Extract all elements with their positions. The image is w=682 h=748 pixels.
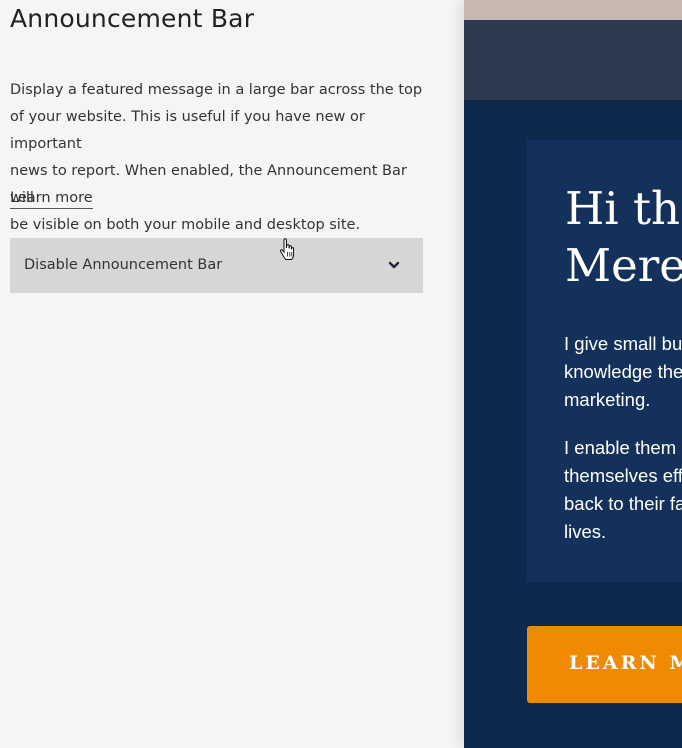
paragraph-line: I enable them xyxy=(564,437,677,458)
paragraph-line: I give small bu xyxy=(564,333,682,354)
paragraph-line: marketing. xyxy=(564,389,651,410)
hero-card: Hi the Mere I give small bu knowledge th… xyxy=(527,140,682,582)
learn-more-button[interactable]: LEARN MO xyxy=(527,626,682,703)
settings-panel: Announcement Bar Display a featured mess… xyxy=(0,0,464,748)
preview-top-strip xyxy=(464,0,682,20)
hero-paragraph: I enable them themselves eff back to the… xyxy=(564,434,682,546)
select-value: Disable Announcement Bar xyxy=(24,257,223,273)
chevron-down-icon xyxy=(388,261,400,269)
announcement-bar-select[interactable]: Disable Announcement Bar xyxy=(10,238,423,293)
panel-title: Announcement Bar xyxy=(10,4,255,33)
hero-paragraph: I give small bu knowledge the marketing. xyxy=(564,330,682,414)
description-line: Display a featured message in a large ba… xyxy=(10,82,423,98)
paragraph-line: themselves eff xyxy=(564,465,682,486)
cta-label: LEARN MO xyxy=(569,652,682,674)
paragraph-line: lives. xyxy=(564,521,607,542)
hero-title-line: Hi the xyxy=(565,182,682,235)
preview-header xyxy=(464,20,682,100)
hero-title-line: Mere xyxy=(565,239,682,292)
description-line: be visible on both your mobile and deskt… xyxy=(10,217,361,233)
panel-description: Display a featured message in a large ba… xyxy=(10,77,430,239)
hero-title: Hi the Mere xyxy=(565,180,682,294)
learn-more-link[interactable]: Learn more xyxy=(10,184,93,209)
description-line: of your website. This is useful if you h… xyxy=(10,109,365,152)
paragraph-line: knowledge the xyxy=(564,361,682,382)
paragraph-line: back to their fa xyxy=(564,493,682,514)
site-preview: Hi the Mere I give small bu knowledge th… xyxy=(464,0,682,748)
hand-cursor-icon xyxy=(279,238,295,260)
